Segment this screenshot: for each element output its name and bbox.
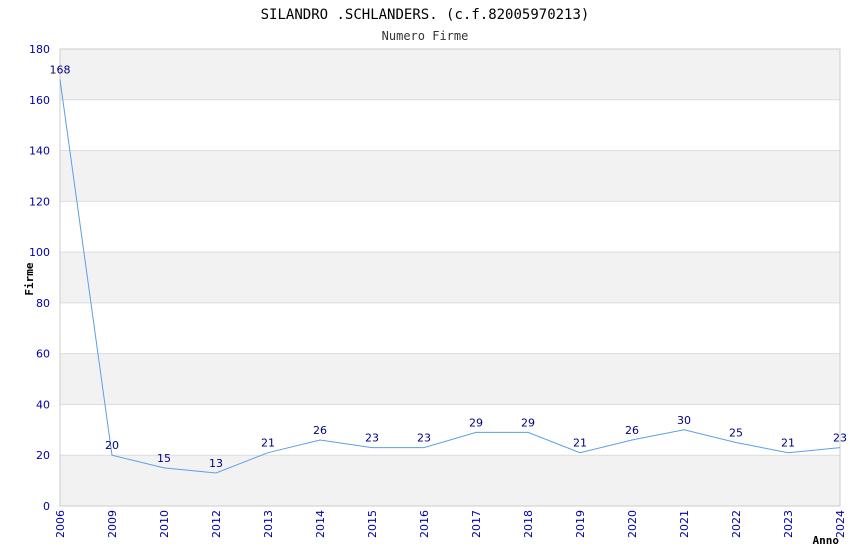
background-band [60,49,840,100]
x-tick-label: 2019 [574,510,587,538]
x-tick-label: 2018 [522,510,535,538]
data-label: 25 [729,427,743,440]
data-label: 168 [50,63,71,76]
y-axis-title: Firme [23,262,36,295]
background-band [60,455,840,506]
x-tick-label: 2009 [106,510,119,538]
x-tick-label: 2020 [626,510,639,538]
data-label: 21 [781,437,795,450]
y-tick-label: 180 [29,43,50,56]
y-tick-label: 20 [36,449,50,462]
data-label: 23 [833,432,847,445]
chart-title: SILANDRO .SCHLANDERS. (c.f.82005970213) [261,7,590,23]
chart-subtitle: Numero Firme [382,29,469,43]
line-chart: 020406080100120140160180 2006 2009 2010 201… [23,7,847,547]
x-tick-label: 2023 [782,510,795,538]
data-label: 21 [261,437,275,450]
data-label: 23 [417,432,431,445]
x-axis-ticks: 2006 2009 2010 2012 2013 2014 2015 2016 2017 2018… [54,510,847,538]
x-tick-label: 2017 [470,510,483,538]
y-tick-label: 0 [43,500,50,513]
y-tick-label: 80 [36,297,50,310]
y-tick-label: 140 [29,145,50,158]
data-label: 20 [105,439,119,452]
background-bands [60,49,840,506]
y-tick-label: 60 [36,348,50,361]
data-label: 29 [469,416,483,429]
background-band [60,252,840,303]
data-label: 23 [365,432,379,445]
x-tick-label: 2022 [730,510,743,538]
x-tick-label: 2016 [418,510,431,538]
y-tick-label: 120 [29,195,50,208]
y-tick-label: 100 [29,246,50,259]
x-tick-label: 2013 [262,510,275,538]
data-label: 13 [209,457,223,470]
x-tick-label: 2014 [314,510,327,538]
x-tick-label: 2006 [54,510,67,538]
background-band [60,150,840,202]
x-tick-label: 2021 [678,510,691,538]
y-tick-label: 40 [36,398,50,411]
data-label: 29 [521,416,535,429]
x-tick-label: 2012 [210,510,223,538]
y-tick-label: 160 [29,94,50,107]
data-label: 26 [625,424,639,437]
data-label: 15 [157,452,171,465]
data-label: 26 [313,424,327,437]
data-label: 30 [677,414,691,427]
x-tick-label: 2015 [366,510,379,538]
x-axis-title: Anno [813,534,840,547]
background-band [60,353,840,405]
data-label: 21 [573,437,587,450]
x-tick-label: 2010 [158,510,171,538]
